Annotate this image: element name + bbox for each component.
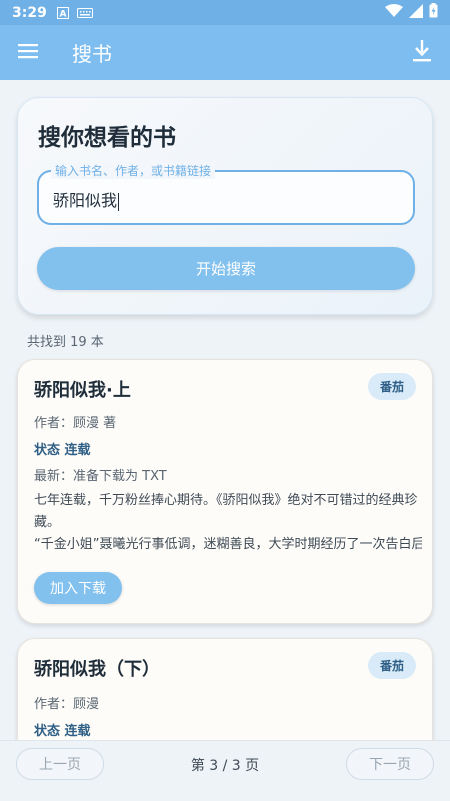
book-status: 状态 连载 xyxy=(34,443,91,458)
source-badge: 番茄 xyxy=(367,652,416,679)
svg-text:A: A xyxy=(59,9,66,19)
page-title: 搜书 xyxy=(72,42,112,66)
app-bar: 搜书 xyxy=(0,25,450,80)
status-time: 3:29 xyxy=(12,4,47,21)
download-icon xyxy=(413,39,431,66)
pagination: 上一页 第 3 / 3 页 下一页 xyxy=(0,740,450,787)
book-status: 状态 连载 xyxy=(34,724,91,739)
source-badge: 番茄 xyxy=(367,373,416,400)
book-latest: 最新：准备下载为 TXT xyxy=(34,469,167,484)
book-description: 七年连载，千万粉丝捧心期待。《骄阳似我》绝对不可错过的经典珍藏。 “千金小姐”聂… xyxy=(34,490,422,556)
search-card: 搜你想看的书 输入书名、作者，或书籍链接 骄阳似我 开始搜索 xyxy=(17,97,433,315)
notification-a-icon: A xyxy=(56,6,69,19)
add-to-download-button[interactable]: 加入下载 xyxy=(34,572,122,604)
book-title: 骄阳似我（下） xyxy=(34,659,160,680)
wifi-icon xyxy=(385,3,403,22)
book-title: 骄阳似我·上 xyxy=(34,380,131,401)
book-card[interactable]: 骄阳似我·上 番茄 作者：顾漫 著 状态 连载 最新：准备下载为 TXT 七年连… xyxy=(17,359,433,624)
search-input[interactable]: 输入书名、作者，或书籍链接 骄阳似我 xyxy=(37,162,415,225)
menu-button[interactable] xyxy=(0,25,56,80)
start-search-button[interactable]: 开始搜索 xyxy=(37,247,415,290)
search-input-value: 骄阳似我 xyxy=(53,191,120,211)
next-page-button[interactable]: 下一页 xyxy=(346,748,434,780)
book-description-line: “千金小姐”聂曦光行事低调，迷糊善良，大学时期经历了一次告白后 xyxy=(34,537,422,552)
menu-icon xyxy=(18,43,38,63)
book-author: 作者：顾漫 著 xyxy=(34,416,117,431)
signal-icon xyxy=(409,3,423,22)
system-nav-bar xyxy=(0,787,450,801)
download-button[interactable] xyxy=(394,25,450,80)
book-description-line: 七年连载，千万粉丝捧心期待。《骄阳似我》绝对不可错过的经典珍藏。 xyxy=(34,493,418,530)
search-input-label: 输入书名、作者，或书籍链接 xyxy=(51,162,216,179)
result-count: 共找到 19 本 xyxy=(27,335,104,350)
book-card[interactable]: 骄阳似我（下） 番茄 作者：顾漫 状态 连载 xyxy=(17,638,433,740)
book-author: 作者：顾漫 xyxy=(34,697,100,712)
keyboard-icon xyxy=(76,7,93,18)
battery-icon xyxy=(429,3,438,22)
search-heading: 搜你想看的书 xyxy=(38,125,176,151)
results-list[interactable]: 骄阳似我·上 番茄 作者：顾漫 著 状态 连载 最新：准备下载为 TXT 七年连… xyxy=(0,358,450,740)
status-bar: 3:29 A xyxy=(0,0,450,25)
